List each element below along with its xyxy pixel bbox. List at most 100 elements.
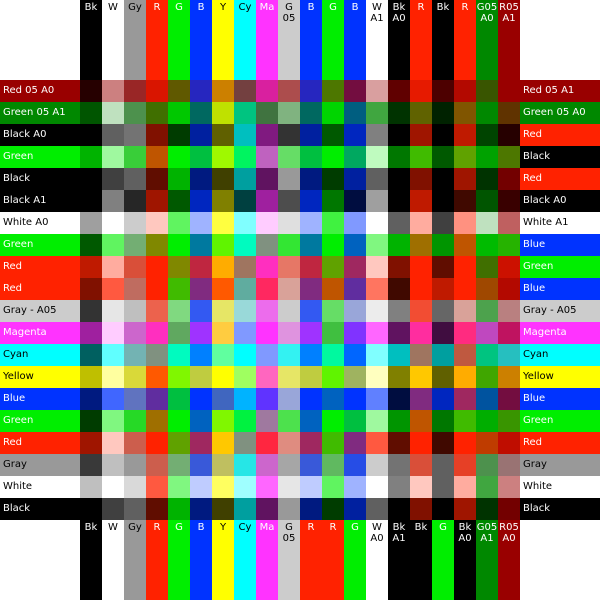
blend-cell: [80, 212, 102, 234]
row-label-left: Cyan: [0, 344, 80, 366]
blend-cell: [432, 256, 454, 278]
blend-cell: [146, 498, 168, 520]
blend-cell: [476, 476, 498, 498]
blend-cell: [234, 234, 256, 256]
blend-cell: [388, 278, 410, 300]
blend-cell: [168, 146, 190, 168]
blend-cell: [366, 498, 388, 520]
blend-cell: [498, 124, 520, 146]
blend-cell: [234, 124, 256, 146]
blend-cell: [256, 190, 278, 212]
blend-cell: [388, 146, 410, 168]
column-label-top: R: [461, 2, 469, 13]
blend-cell: [300, 278, 322, 300]
column-label-bottom: Bk A0: [458, 522, 472, 544]
blend-cell: [102, 454, 124, 476]
blend-cell: [454, 476, 476, 498]
blend-cell: [146, 388, 168, 410]
column-label-top: B: [197, 2, 205, 13]
row-label-right: Black: [520, 498, 600, 520]
blend-cell: [432, 498, 454, 520]
column-label-bottom: W A0: [370, 522, 384, 544]
column-label-bottom: R: [153, 522, 161, 533]
row-label-right: Blue: [520, 278, 600, 300]
blend-cell: [278, 344, 300, 366]
blend-cell: [124, 498, 146, 520]
row-label-left: Gray - A05: [0, 300, 80, 322]
blend-cell: [124, 300, 146, 322]
blend-cell: [124, 476, 146, 498]
blend-cell: [388, 344, 410, 366]
blend-cell: [366, 102, 388, 124]
blend-cell: [146, 366, 168, 388]
blend-cell: [80, 476, 102, 498]
column-label-top: G: [329, 2, 337, 13]
blend-cell: [124, 80, 146, 102]
blend-cell: [190, 212, 212, 234]
blend-cell: [102, 168, 124, 190]
column-label-bottom: G: [439, 522, 447, 533]
blend-cell: [322, 278, 344, 300]
blend-cell: [344, 366, 366, 388]
blend-cell: [124, 278, 146, 300]
blend-cell: [102, 278, 124, 300]
blend-cell: [256, 300, 278, 322]
blend-cell: [410, 212, 432, 234]
column-label-bottom: Cy: [238, 522, 252, 533]
blend-cell: [322, 256, 344, 278]
blend-cell: [256, 432, 278, 454]
row-label-left: Red 05 A0: [0, 80, 80, 102]
blend-cell: [190, 498, 212, 520]
blend-cell: [234, 454, 256, 476]
blend-cell: [212, 124, 234, 146]
blend-cell: [190, 168, 212, 190]
blend-cell: [476, 212, 498, 234]
blend-cell: [212, 256, 234, 278]
blend-cell: [432, 234, 454, 256]
blend-cell: [190, 278, 212, 300]
blend-cell: [190, 366, 212, 388]
blend-cell: [80, 432, 102, 454]
blend-cell: [80, 410, 102, 432]
blend-cell: [256, 498, 278, 520]
blend-cell: [102, 322, 124, 344]
row-label-left: Gray: [0, 454, 80, 476]
blend-cell: [234, 168, 256, 190]
blend-cell: [498, 168, 520, 190]
blend-cell: [212, 432, 234, 454]
row-label-right: Green 05 A0: [520, 102, 600, 124]
column-label-bottom: Gy: [128, 522, 142, 533]
blend-cell: [234, 102, 256, 124]
row-label-right: Magenta: [520, 322, 600, 344]
row-label-right: Black: [520, 146, 600, 168]
blend-cell: [388, 256, 410, 278]
blend-cell: [366, 300, 388, 322]
blend-cell: [498, 388, 520, 410]
blend-cell: [278, 256, 300, 278]
blend-cell: [410, 234, 432, 256]
column-label-bottom: W: [108, 522, 118, 533]
blend-cell: [278, 80, 300, 102]
blend-cell: [388, 322, 410, 344]
blend-cell: [476, 322, 498, 344]
blend-cell: [498, 410, 520, 432]
blend-cell: [344, 410, 366, 432]
blend-cell: [300, 476, 322, 498]
blend-cell: [124, 454, 146, 476]
blend-cell: [256, 454, 278, 476]
blend-cell: [388, 366, 410, 388]
blend-cell: [410, 168, 432, 190]
blend-cell: [278, 388, 300, 410]
blend-cell: [256, 344, 278, 366]
blend-cell: [168, 432, 190, 454]
blend-cell: [366, 322, 388, 344]
blend-cell: [168, 234, 190, 256]
blend-cell: [366, 344, 388, 366]
blend-cell: [80, 278, 102, 300]
blend-cell: [476, 366, 498, 388]
blend-cell: [454, 344, 476, 366]
blend-cell: [498, 322, 520, 344]
blend-cell: [322, 300, 344, 322]
blend-cell: [410, 388, 432, 410]
blend-cell: [344, 300, 366, 322]
